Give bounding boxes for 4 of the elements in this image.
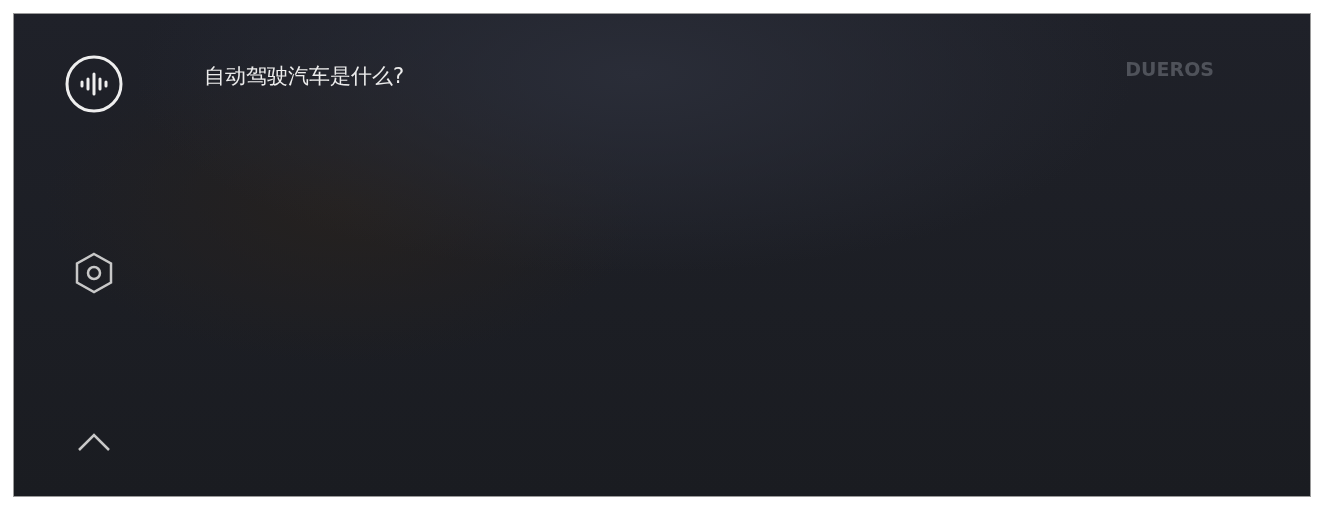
settings-icon[interactable] <box>74 252 114 294</box>
voice-icon[interactable] <box>64 54 124 114</box>
query-text: 自动驾驶汽车是什么? <box>204 64 405 88</box>
chevron-up-icon[interactable] <box>77 432 111 452</box>
